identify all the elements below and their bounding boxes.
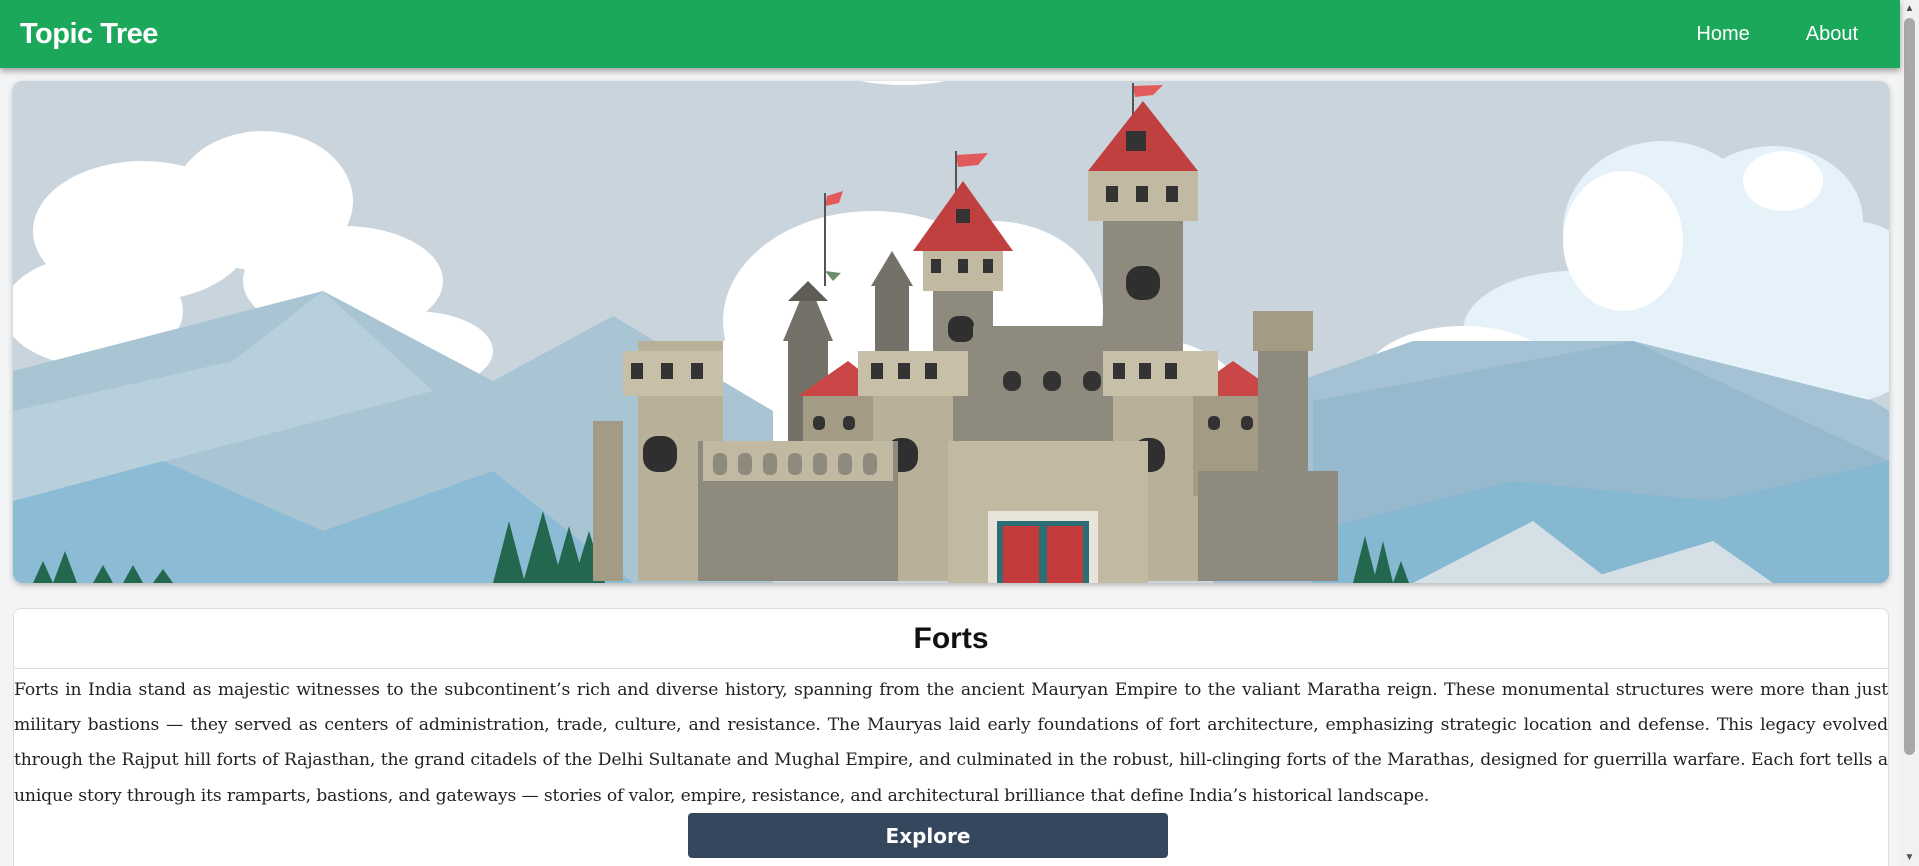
explore-button[interactable]: Explore <box>688 813 1168 858</box>
nav-links: Home About <box>1696 23 1858 46</box>
hero-banner <box>13 81 1889 583</box>
nav-link-home[interactable]: Home <box>1696 23 1749 46</box>
topic-card: Forts Forts in India stand as majestic w… <box>13 608 1889 866</box>
castle-illustration <box>13 81 1889 583</box>
nav-link-about[interactable]: About <box>1806 23 1858 46</box>
topic-title: Forts <box>14 609 1888 669</box>
scroll-thumb[interactable] <box>1904 18 1915 755</box>
triangle-up-icon[interactable]: ▲ <box>1900 0 1919 17</box>
topic-description: Forts in India stand as majestic witness… <box>14 680 1888 806</box>
vertical-scrollbar[interactable]: ▲ ▼ <box>1900 0 1919 866</box>
top-navbar: Topic Tree Home About <box>0 0 1900 68</box>
brand-logo[interactable]: Topic Tree <box>20 18 158 51</box>
triangle-down-icon[interactable]: ▼ <box>1900 849 1919 866</box>
